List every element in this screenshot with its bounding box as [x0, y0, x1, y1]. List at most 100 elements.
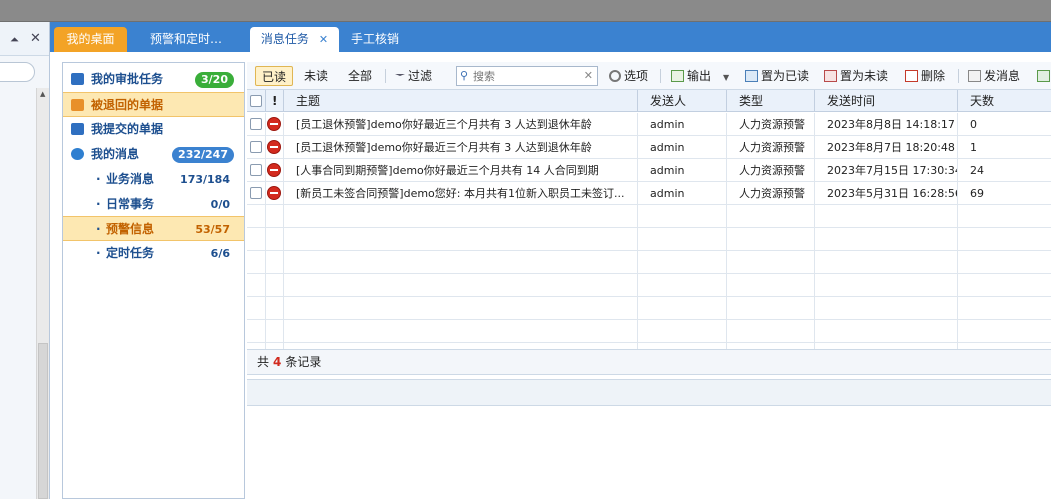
send-message-label: 发消息 [984, 69, 1021, 83]
sender-cell [638, 320, 727, 343]
more-toolbar-button[interactable] [1037, 66, 1051, 86]
filter-unread-button[interactable]: 未读 [304, 66, 328, 86]
close-icon[interactable]: ✕ [30, 31, 41, 46]
row-checkbox[interactable] [250, 164, 262, 176]
table-row[interactable]: [员工退休预警]demo你好最近三个月共有 3 人达到退休年龄 admin 人力资源… [247, 136, 1051, 159]
type-cell [727, 343, 815, 349]
table-row[interactable]: [员工退休预警]demo你好最近三个月共有 3 人达到退休年龄 admin 人力资源… [247, 113, 1051, 136]
record-count: 4 [273, 355, 282, 369]
nav-label: 被退回的单据 [91, 98, 164, 112]
empty-row [247, 274, 1051, 297]
bullet: · [96, 222, 101, 236]
message-toolbar: 已读 未读 全部 过滤 ⚲ ✕ 选项 输出 ▼ 置为已读 置为未读 删除 发消息 [247, 62, 1051, 90]
row-checkbox[interactable] [250, 141, 262, 153]
subject-cell [284, 205, 638, 228]
days-cell: 1 [970, 141, 977, 154]
sender-cell: admin [638, 159, 727, 182]
days-cell [958, 251, 1051, 274]
clear-search-icon[interactable]: ✕ [584, 69, 593, 82]
tab-my-desktop[interactable]: 我的桌面 [54, 27, 127, 52]
flag-cell [266, 297, 284, 320]
flag-cell [266, 274, 284, 297]
sender-cell [638, 205, 727, 228]
mark-unread-icon [824, 70, 837, 82]
submit-icon [71, 123, 84, 135]
table-row[interactable]: [人事合同到期预警]demo你好最近三个月共有 14 人合同到期 admin 人力资… [247, 159, 1051, 182]
header-type[interactable]: 类型 [727, 90, 815, 112]
header-checkbox-cell [247, 90, 266, 112]
nav-returned-documents[interactable]: 被退回的单据 [63, 92, 244, 117]
sub-nav-count: 0/0 [210, 198, 230, 211]
pin-icon[interactable]: ⏶ [10, 33, 19, 47]
send-time-cell [815, 343, 958, 349]
sender-cell [638, 251, 727, 274]
days-cell [958, 205, 1051, 228]
send-time-cell [815, 320, 958, 343]
send-time-cell [815, 228, 958, 251]
flag-cell [266, 136, 284, 159]
nav-my-messages[interactable]: 我的消息 232/247 [63, 142, 244, 167]
sender-cell [638, 343, 727, 349]
tab-manual-writeoff[interactable]: 手工核销 [337, 27, 413, 52]
filter-label: 过滤 [408, 69, 433, 83]
toolbar-divider [958, 69, 959, 83]
tab-message-tasks[interactable]: 消息任务 ✕ [250, 27, 339, 52]
select-all-checkbox[interactable] [250, 95, 262, 107]
type-cell [727, 228, 815, 251]
funnel-icon [395, 74, 405, 82]
header-days[interactable]: 天数 [958, 90, 1051, 112]
send-message-button[interactable]: 发消息 [968, 66, 1020, 86]
toolbar-divider [660, 69, 661, 83]
days-cell [958, 320, 1051, 343]
left-panel-scrollbar[interactable]: ▲ [36, 88, 49, 499]
subject-cell [284, 343, 638, 349]
type-cell: 人力资源预警 [727, 182, 815, 205]
nav-label: 我的消息 [91, 147, 140, 161]
header-subject[interactable]: 主题 [284, 90, 638, 112]
checkbox-cell [247, 205, 266, 228]
mark-unread-button[interactable]: 置为未读 [824, 66, 888, 86]
scroll-up-icon[interactable]: ▲ [40, 90, 45, 98]
filter-read-button[interactable]: 已读 [255, 66, 294, 86]
days-cell [958, 297, 1051, 320]
delete-icon [905, 70, 918, 82]
checkbox-cell [247, 274, 266, 297]
type-cell [727, 251, 815, 274]
checkbox-cell [247, 228, 266, 251]
nav-my-approval-tasks[interactable]: 我的审批任务 3/20 [63, 67, 244, 92]
nav-label: 我的审批任务 [91, 72, 164, 86]
filter-button[interactable]: 过滤 [395, 66, 432, 86]
filter-all-button[interactable]: 全部 [348, 66, 372, 86]
subject-cell: [人事合同到期预警]demo你好最近三个月共有 14 人合同到期 [284, 159, 638, 182]
empty-row [247, 251, 1051, 274]
bullet: · [96, 246, 101, 260]
options-button[interactable]: 选项 [609, 66, 648, 86]
export-button[interactable]: 输出 ▼ [671, 66, 729, 86]
row-checkbox[interactable] [250, 118, 262, 130]
sub-nav-alert-info[interactable]: · 预警信息 53/57 [63, 216, 244, 241]
header-flag[interactable]: ! [266, 90, 284, 112]
left-panel-search-input[interactable] [0, 62, 35, 82]
tab-close-icon[interactable]: ✕ [319, 33, 328, 46]
subject-cell [284, 251, 638, 274]
table-row[interactable]: [新员工未签合同预警]demo您好: 本月共有1位新入职员工未签订... admi… [247, 182, 1051, 205]
header-sender[interactable]: 发送人 [638, 90, 727, 112]
scrollbar-thumb[interactable] [38, 343, 48, 499]
checkbox-cell [247, 343, 266, 349]
checkbox-cell [247, 159, 266, 182]
sub-nav-daily-affairs[interactable]: · 日常事务 0/0 [63, 192, 244, 217]
bullet: · [96, 172, 101, 186]
sub-nav-scheduled-tasks[interactable]: · 定时任务 6/6 [63, 241, 244, 266]
search-input[interactable] [473, 67, 583, 85]
sub-nav-business-messages[interactable]: · 业务消息 173/184 [63, 167, 244, 192]
flag-cell [266, 343, 284, 349]
tab-alerts-and-timers[interactable]: 预警和定时… [140, 27, 232, 52]
mark-read-button[interactable]: 置为已读 [745, 66, 809, 86]
header-send-time[interactable]: 发送时间 [815, 90, 958, 112]
flag-cell [266, 205, 284, 228]
nav-submitted-documents[interactable]: 我提交的单据 [63, 117, 244, 142]
type-cell [727, 297, 815, 320]
dropdown-arrow-icon[interactable]: ▼ [723, 73, 729, 82]
delete-button[interactable]: 删除 [905, 66, 945, 86]
row-checkbox[interactable] [250, 187, 262, 199]
